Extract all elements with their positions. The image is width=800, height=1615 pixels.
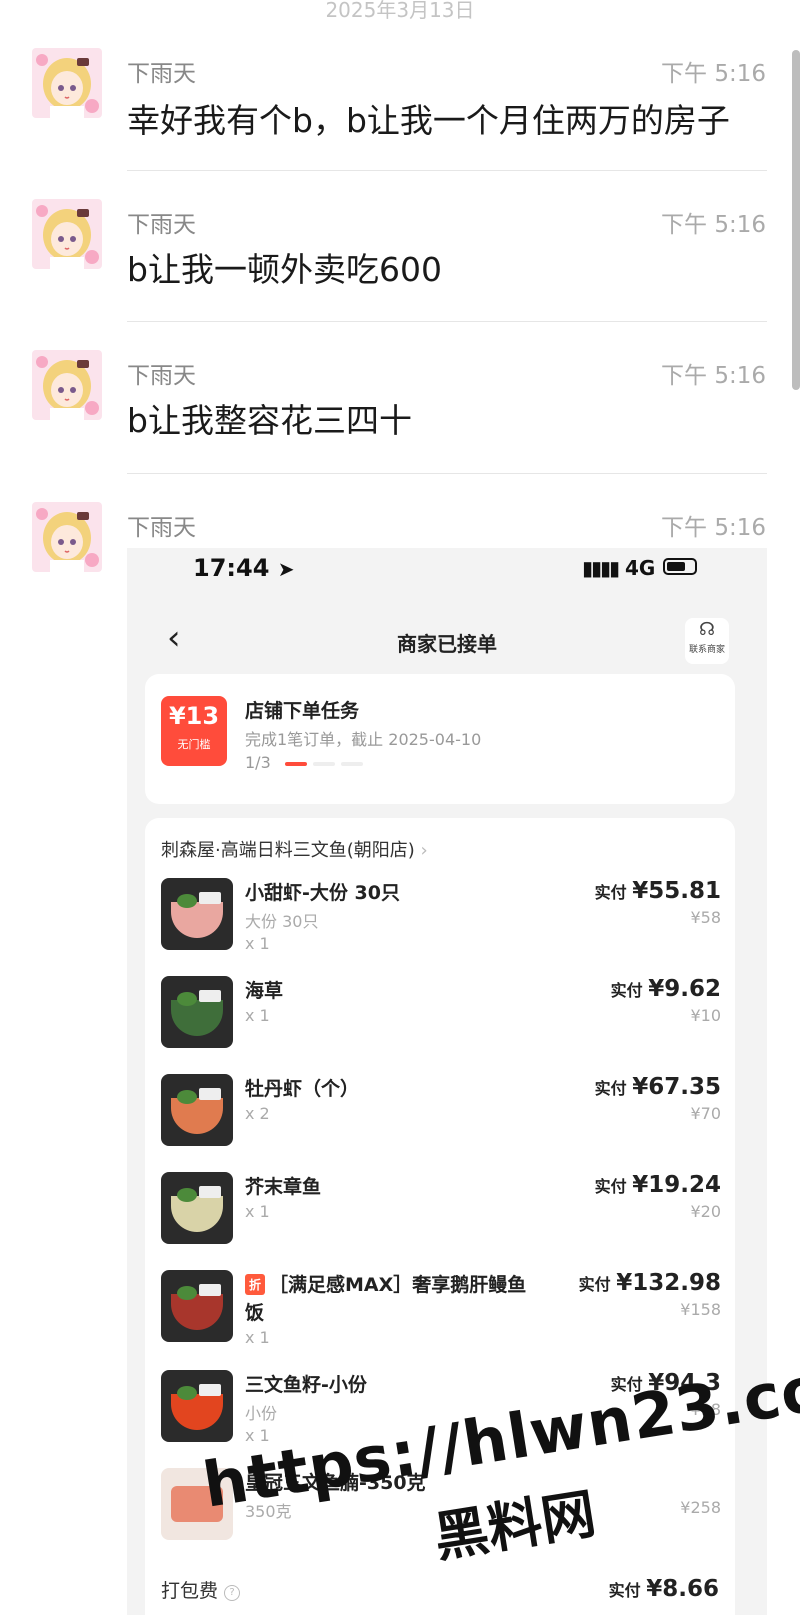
order-item[interactable]: 小甜虾-大份 30只 大份 30只 x 1 实付 ¥55.81 ¥58 <box>161 878 721 968</box>
item-orig-price: ¥70 <box>690 1104 721 1123</box>
item-name: 海草 <box>245 980 284 1002</box>
task-title: 店铺下单任务 <box>245 700 360 722</box>
date-header: 2025年3月13日 <box>325 0 475 22</box>
support-button[interactable]: ☊ 联系商家 <box>685 618 729 664</box>
avatar[interactable] <box>32 502 102 572</box>
item-thumbnail <box>161 878 233 950</box>
avatar[interactable] <box>32 48 102 118</box>
item-name: 三文鱼籽-小份 <box>245 1374 367 1396</box>
order-item[interactable]: 折 ［满足感MAX］奢享鹅肝鳗鱼 饭 x 1 实付 ¥132.98 ¥158 <box>161 1270 721 1370</box>
headset-icon: ☊ <box>699 619 715 640</box>
item-qty: x 2 <box>245 1104 270 1123</box>
item-qty: x 1 <box>245 934 270 953</box>
item-qty: x 1 <box>245 1202 270 1221</box>
coupon-caption: 无门槛 <box>177 738 211 751</box>
scrollbar[interactable] <box>792 50 800 390</box>
item-thumbnail <box>161 1172 233 1244</box>
divider <box>127 473 767 474</box>
message-time: 下午 5:16 <box>661 61 766 87</box>
status-bar-time: 17:44 ➤ <box>193 554 295 582</box>
order-item[interactable]: 芥末章鱼 x 1 实付 ¥19.24 ¥20 <box>161 1172 721 1262</box>
item-name: 小甜虾-大份 30只 <box>245 882 400 904</box>
avatar[interactable] <box>32 350 102 420</box>
item-orig-price: ¥10 <box>690 1006 721 1025</box>
item-name: 折 ［满足感MAX］奢享鹅肝鳗鱼 <box>245 1270 526 1297</box>
item-qty: x 1 <box>245 1328 270 1347</box>
message-time: 下午 5:16 <box>661 212 766 238</box>
message-text: 幸好我有个b，b让我一个月住两万的房子 <box>127 101 730 140</box>
message-time: 下午 5:16 <box>661 363 766 389</box>
item-thumbnail <box>161 1270 233 1342</box>
sender-name: 下雨天 <box>127 515 196 541</box>
page-title: 商家已接单 <box>397 632 497 656</box>
item-orig-price: ¥158 <box>680 1300 721 1319</box>
order-item[interactable]: 海草 x 1 实付 ¥9.62 ¥10 <box>161 976 721 1066</box>
divider <box>127 321 767 322</box>
chevron-right-icon: › <box>420 840 428 861</box>
item-qty: x 1 <box>245 1006 270 1025</box>
message-time: 下午 5:16 <box>661 515 766 541</box>
divider <box>127 170 767 171</box>
task-progress-text: 1/3 <box>245 753 271 772</box>
progress-segment <box>313 762 335 766</box>
item-name: 牡丹虾（个） <box>245 1078 360 1100</box>
sender-name: 下雨天 <box>127 363 196 389</box>
item-thumbnail <box>161 976 233 1048</box>
sender-name: 下雨天 <box>127 212 196 238</box>
message-text: b让我整容花三四十 <box>127 401 412 440</box>
sender-name: 下雨天 <box>127 61 196 87</box>
coupon-amount: ¥13 <box>168 702 220 730</box>
battery-icon <box>663 558 697 575</box>
task-card[interactable]: ¥13 无门槛 店铺下单任务 完成1笔订单，截止 2025-04-10 1/3 <box>145 674 735 804</box>
signal-icon: ▮▮▮▮ <box>582 556 620 580</box>
status-bar-network: ▮▮▮▮ 4G <box>582 556 656 580</box>
item-paid: 实付 ¥55.81 <box>594 878 721 904</box>
item-paid: 实付 ¥67.35 <box>594 1074 721 1100</box>
item-paid: 实付 ¥9.62 <box>610 976 721 1002</box>
progress-segment <box>341 762 363 766</box>
packing-fee-paid: 实付 ¥8.66 <box>608 1576 719 1602</box>
task-desc: 完成1笔订单，截止 2025-04-10 <box>245 730 482 749</box>
item-name: 芥末章鱼 <box>245 1176 322 1198</box>
support-label: 联系商家 <box>688 645 725 655</box>
discount-badge: 折 <box>245 1274 266 1295</box>
item-paid: 实付 ¥19.24 <box>594 1172 721 1198</box>
coupon-badge: ¥13 无门槛 <box>161 696 227 766</box>
item-thumbnail <box>161 1074 233 1146</box>
message-text: b让我一顿外卖吃600 <box>127 250 442 289</box>
shop-name[interactable]: 刺森屋·高端日料三文鱼(朝阳店) › <box>161 836 428 862</box>
avatar[interactable] <box>32 199 102 269</box>
item-paid: 实付 ¥132.98 <box>578 1270 721 1296</box>
item-orig-price: ¥58 <box>690 908 721 927</box>
location-arrow-icon: ➤ <box>277 557 295 581</box>
item-name-line2: 饭 <box>245 1302 265 1324</box>
item-spec: 大份 30只 <box>245 912 319 931</box>
item-orig-price: ¥20 <box>690 1202 721 1221</box>
progress-segment-done <box>285 762 307 766</box>
order-item[interactable]: 牡丹虾（个） x 2 实付 ¥67.35 ¥70 <box>161 1074 721 1164</box>
